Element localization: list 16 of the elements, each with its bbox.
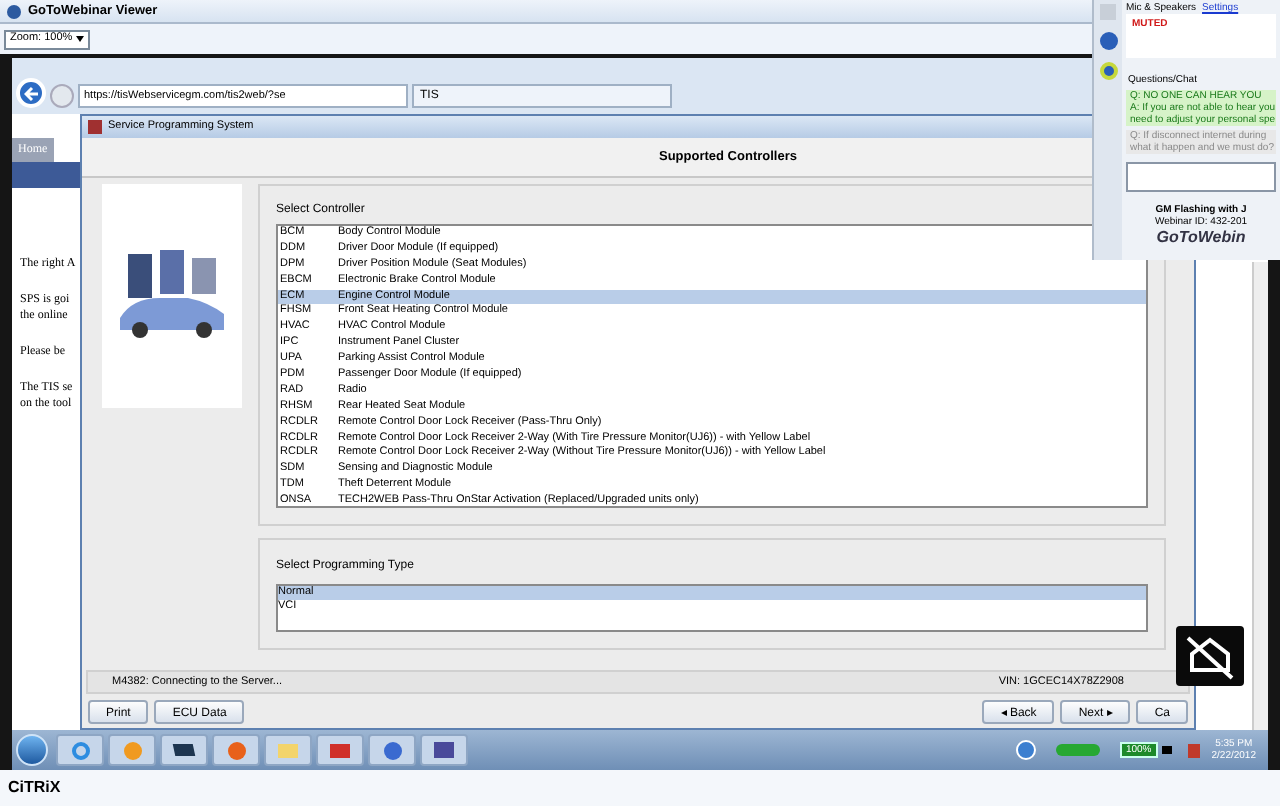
- back-button[interactable]: [16, 78, 46, 108]
- back-arrow-icon: [23, 85, 39, 101]
- app-icon: [88, 120, 102, 134]
- brand-logo: GoToWebin: [1154, 228, 1248, 246]
- caret-icon: [76, 36, 85, 42]
- app-icon[interactable]: [420, 734, 468, 766]
- citrix-logo: CiTRiX: [8, 776, 61, 800]
- crossed-house-icon[interactable]: [1176, 626, 1244, 686]
- chat-input[interactable]: [1126, 162, 1276, 192]
- app-icon: [6, 3, 22, 19]
- scrollbar[interactable]: [1252, 262, 1268, 730]
- tray-icon[interactable]: [1015, 740, 1036, 760]
- nav-bar: [12, 162, 80, 188]
- start-button[interactable]: [16, 734, 48, 766]
- forward-button[interactable]: [50, 84, 74, 108]
- app-icon[interactable]: [160, 734, 208, 766]
